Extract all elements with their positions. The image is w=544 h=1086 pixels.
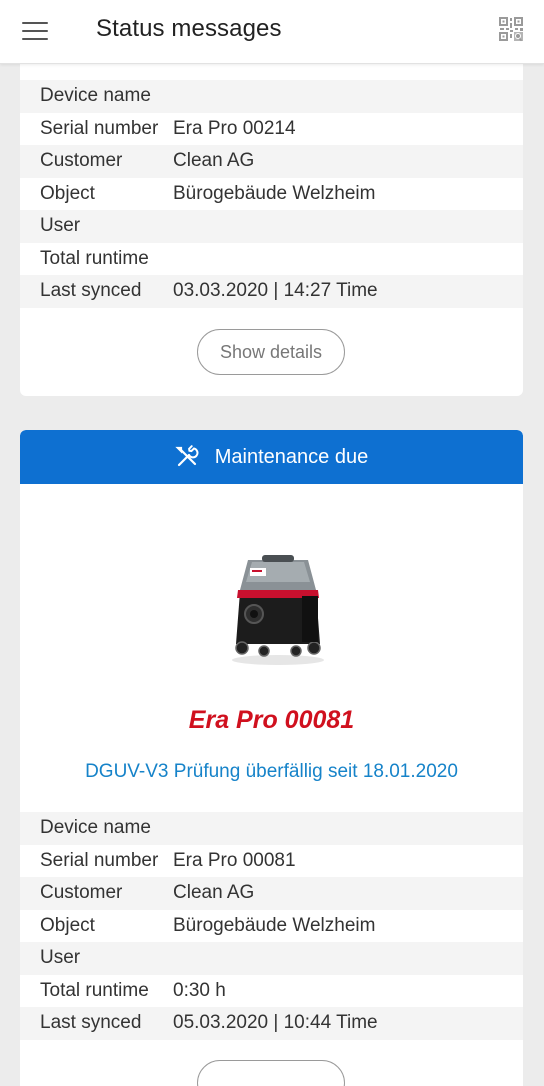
table-row: Last synced 05.03.2020 | 10:44 Time — [20, 1007, 523, 1040]
vacuum-cleaner-image — [232, 555, 324, 665]
table-row: Customer Clean AG — [20, 877, 523, 910]
row-label: Serial number — [40, 849, 159, 871]
row-label: Device name — [40, 817, 151, 839]
row-label: Total runtime — [40, 247, 149, 269]
tools-icon — [175, 445, 199, 467]
row-label: Object — [40, 914, 95, 936]
table-row: Device name — [20, 80, 523, 113]
show-details-button-partial[interactable] — [197, 1060, 345, 1086]
row-value: Era Pro 00214 — [173, 117, 296, 139]
table-row: Total runtime — [20, 242, 523, 275]
device-name-title: Era Pro 00081 — [188, 706, 355, 734]
maintenance-message[interactable]: DGUV-V3 Prüfung überfällig seit 18.01.20… — [20, 761, 523, 783]
row-value: Bürogebäude Welzheim — [173, 914, 376, 936]
banner-label: Maintenance due — [214, 445, 369, 468]
row-label: Last synced — [40, 280, 142, 302]
row-value: 0:30 h — [173, 979, 226, 1001]
row-label: Last synced — [40, 1012, 142, 1034]
row-label: Object — [40, 182, 95, 204]
maintenance-due-banner[interactable]: Maintenance due — [20, 430, 523, 484]
row-label: Device name — [40, 85, 151, 107]
table-row: Serial number Era Pro 00081 — [20, 844, 523, 877]
page-title: Status messages — [96, 15, 282, 42]
row-value: 05.03.2020 | 10:44 Time — [173, 1012, 378, 1034]
row-value: Bürogebäude Welzheim — [173, 182, 376, 204]
table-row: User — [20, 942, 523, 975]
qr-code-icon[interactable] — [498, 16, 524, 42]
table-row: Device name — [20, 812, 523, 845]
row-label: Serial number — [40, 117, 159, 139]
table-row: Total runtime 0:30 h — [20, 974, 523, 1007]
hamburger-menu-icon[interactable] — [22, 18, 52, 44]
device-card-era-pro-00081: Maintenance due Era Pro 00081 DGUV-V3 Pr… — [20, 430, 523, 1086]
table-row: Serial number Era Pro 00214 — [20, 112, 523, 145]
table-row: Object Bürogebäude Welzheim — [20, 909, 523, 942]
row-value: Clean AG — [173, 882, 255, 904]
table-row: Customer Clean AG — [20, 145, 523, 178]
row-label: User — [40, 215, 81, 237]
row-value: 03.03.2020 | 14:27 Time — [173, 280, 378, 302]
device-card-era-pro-00214: Device name Serial number Era Pro 00214 … — [20, 64, 523, 396]
row-value: Era Pro 00081 — [173, 849, 296, 871]
table-row: User — [20, 210, 523, 243]
device-info-table: Device name Serial number Era Pro 00214 … — [20, 80, 523, 308]
row-label: Customer — [40, 150, 123, 172]
row-label: Total runtime — [40, 979, 149, 1001]
row-value: Clean AG — [173, 150, 255, 172]
table-row: Last synced 03.03.2020 | 14:27 Time — [20, 275, 523, 308]
row-label: User — [40, 947, 81, 969]
device-info-table: Device name Serial number Era Pro 00081 … — [20, 812, 523, 1040]
row-label: Customer — [40, 882, 123, 904]
show-details-button[interactable]: Show details — [197, 329, 345, 375]
table-row: Object Bürogebäude Welzheim — [20, 177, 523, 210]
app-bar: Status messages — [0, 0, 544, 64]
